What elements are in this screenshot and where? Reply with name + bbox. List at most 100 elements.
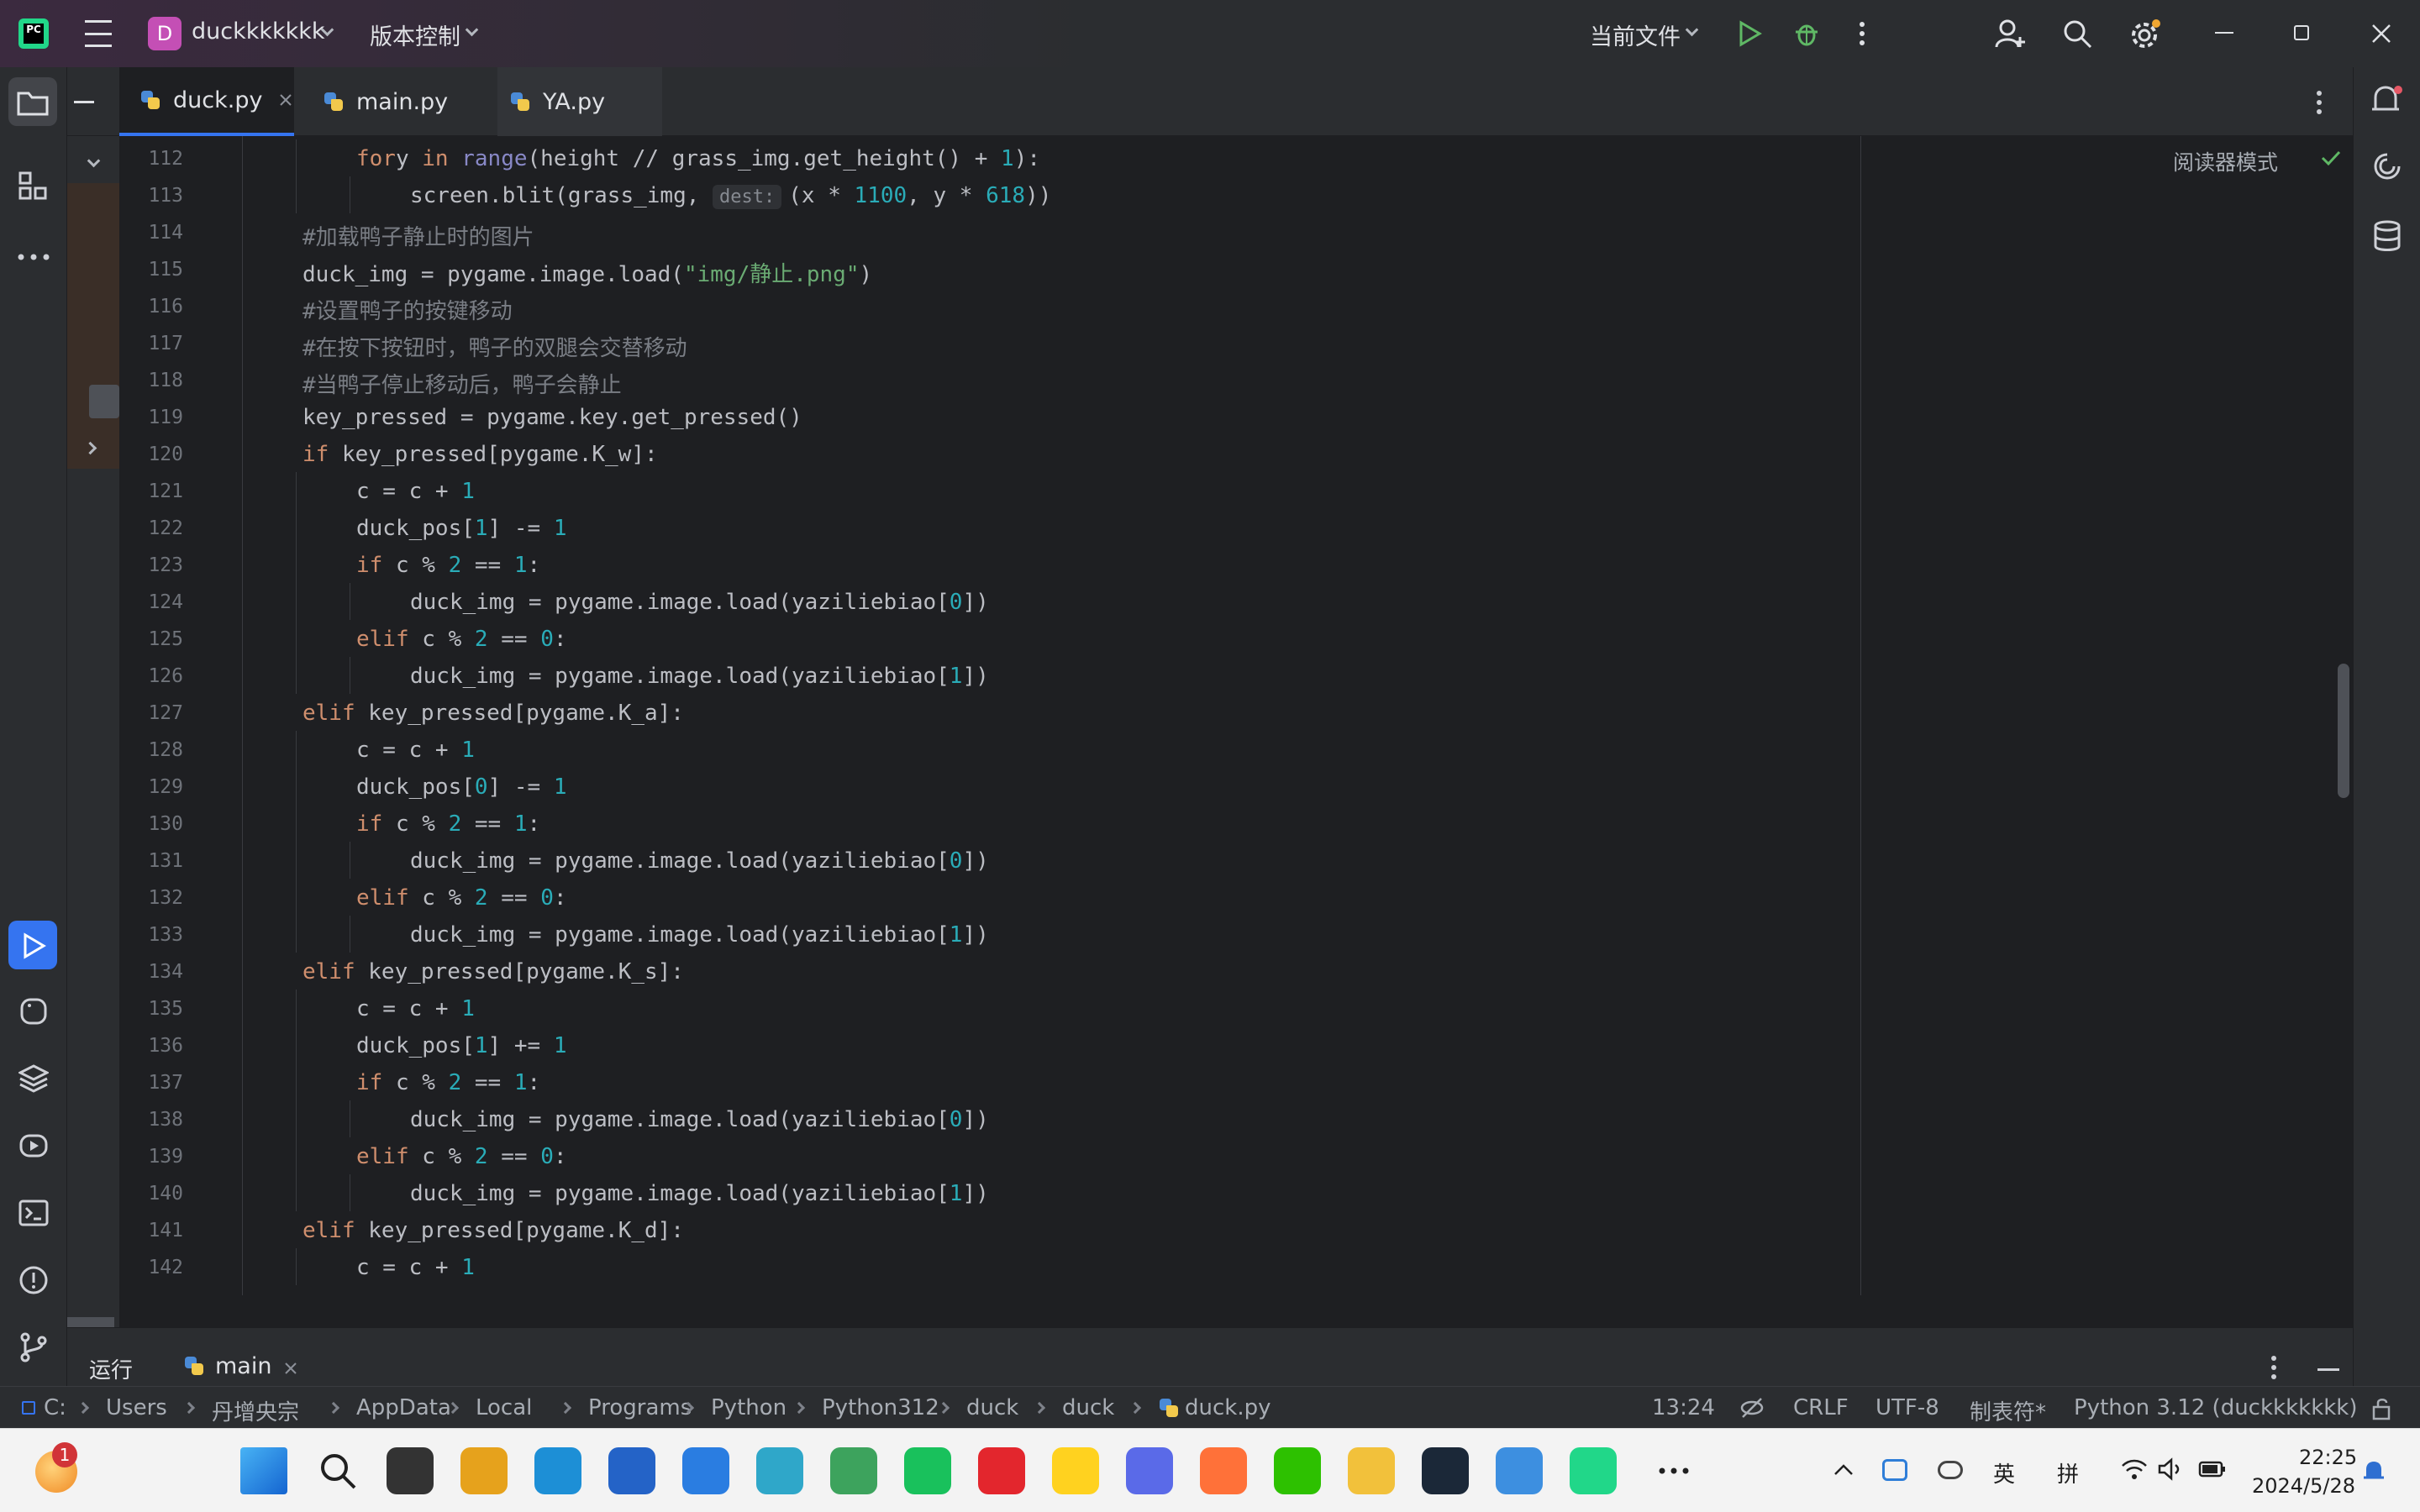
app-icon[interactable] <box>682 1447 729 1494</box>
structure-icon[interactable] <box>18 171 49 202</box>
python-packages-icon[interactable] <box>18 1063 49 1094</box>
steam-icon[interactable] <box>1422 1447 1469 1494</box>
breadcrumb-item[interactable]: duck <box>1062 1395 1114 1420</box>
app-icon[interactable] <box>830 1447 877 1494</box>
volume-icon[interactable] <box>2158 1457 2185 1481</box>
firefox-icon[interactable] <box>1200 1447 1247 1494</box>
code-line[interactable]: elif c % 2 == 0: <box>356 627 567 652</box>
code-line[interactable]: duck_img = pygame.image.load(yaziliebiao… <box>410 922 989 948</box>
pycharm-logo-icon[interactable]: PC <box>18 18 49 49</box>
app-icon[interactable] <box>460 1447 508 1494</box>
settings-gear-icon[interactable] <box>2129 18 2161 50</box>
search-icon[interactable] <box>2062 18 2092 49</box>
project-name[interactable]: duckkkkkkk <box>192 18 325 45</box>
code-line[interactable]: if c % 2 == 1: <box>356 811 540 837</box>
tab-options-icon[interactable] <box>2311 89 2328 116</box>
code-line[interactable]: fory in range(height // grass_img.get_he… <box>356 146 1040 171</box>
caret-position[interactable]: 13:24 <box>1652 1395 1715 1420</box>
main-menu-icon[interactable] <box>84 20 113 47</box>
code-line[interactable]: elif key_pressed[pygame.K_d]: <box>302 1218 684 1243</box>
breadcrumb-item[interactable]: AppData <box>356 1395 451 1420</box>
breadcrumb-item[interactable]: Python <box>711 1395 786 1420</box>
search-icon[interactable] <box>314 1447 361 1494</box>
wifi-icon[interactable] <box>2121 1457 2148 1481</box>
collapse-project-button[interactable] <box>74 101 94 103</box>
code-line[interactable]: duck_img = pygame.image.load(yaziliebiao… <box>410 1181 989 1206</box>
no-problems-check-icon[interactable] <box>2321 150 2341 166</box>
project-panel-scroll-thumb[interactable] <box>89 385 119 418</box>
code-line[interactable]: c = c + 1 <box>356 1255 475 1280</box>
line-separator[interactable]: CRLF <box>1793 1395 1849 1420</box>
vcs-menu[interactable]: 版本控制 <box>370 18 460 51</box>
close-window-button[interactable] <box>2371 24 2391 44</box>
lock-icon[interactable] <box>2371 1397 2393 1420</box>
code-line[interactable]: duck_pos[1] -= 1 <box>356 516 566 541</box>
breadcrumb-item[interactable]: duck <box>966 1395 1018 1420</box>
code-line[interactable]: #当鸭子停止移动后，鸭子会静止 <box>302 368 622 399</box>
code-line[interactable]: c = c + 1 <box>356 738 475 763</box>
ai-assistant-icon[interactable] <box>2372 151 2402 181</box>
code-line[interactable]: duck_img = pygame.image.load(yaziliebiao… <box>410 848 989 874</box>
code-line[interactable]: elif c % 2 == 0: <box>356 1144 567 1169</box>
breadcrumb-item[interactable]: Python312 <box>822 1395 939 1420</box>
code-line[interactable]: duck_pos[0] -= 1 <box>356 774 566 800</box>
readonly-eye-icon[interactable] <box>1739 1397 1765 1419</box>
run-icon[interactable] <box>1736 20 1763 47</box>
file-explorer-icon[interactable] <box>1348 1447 1395 1494</box>
code-line[interactable]: key_pressed = pygame.key.get_pressed() <box>302 405 802 430</box>
python-console-icon[interactable] <box>18 996 49 1026</box>
ime-language[interactable]: 英 <box>1993 1457 2015 1488</box>
show-hidden-icons-chevron[interactable] <box>1833 1462 1854 1476</box>
git-icon[interactable] <box>18 1332 49 1362</box>
code-line[interactable]: #加载鸭子静止时的图片 <box>302 220 534 251</box>
add-user-icon[interactable] <box>1995 18 2027 49</box>
reader-mode-toggle[interactable]: 阅读器模式 <box>2173 146 2278 176</box>
terminal-icon[interactable] <box>18 1198 49 1228</box>
code-line[interactable]: elif c % 2 == 0: <box>356 885 567 911</box>
code-line[interactable]: duck_img = pygame.image.load("img/静止.png… <box>302 257 872 288</box>
code-line[interactable]: elif key_pressed[pygame.K_a]: <box>302 701 684 726</box>
start-menu-icon[interactable] <box>240 1447 287 1494</box>
project-avatar[interactable]: D <box>148 17 182 50</box>
hide-tool-window-button[interactable] <box>2317 1368 2339 1371</box>
cloud-tray-icon[interactable] <box>1938 1461 1963 1479</box>
services-icon[interactable] <box>18 1131 49 1161</box>
more-actions-icon[interactable] <box>1854 20 1870 47</box>
code-line[interactable]: duck_img = pygame.image.load(yaziliebiao… <box>410 590 989 615</box>
run-tab-main[interactable]: main <box>215 1353 271 1379</box>
breadcrumb-item[interactable]: 丹增央宗 <box>212 1395 299 1426</box>
youdao-icon[interactable] <box>978 1447 1025 1494</box>
indent-setting[interactable]: 制表符* <box>1970 1395 2046 1426</box>
minimize-window-button[interactable] <box>2215 32 2233 34</box>
breadcrumb-item[interactable]: C: <box>44 1395 66 1420</box>
tab-main-py[interactable]: main.py <box>311 67 479 136</box>
pycharm-taskbar-icon[interactable] <box>1570 1447 1617 1494</box>
task-view-icon[interactable] <box>387 1447 434 1494</box>
chevron-down-icon[interactable] <box>87 154 101 168</box>
file-encoding[interactable]: UTF-8 <box>1876 1395 1939 1420</box>
editor-scrollbar-thumb[interactable] <box>2338 664 2349 798</box>
more-apps-icon[interactable] <box>1650 1447 1697 1494</box>
tool-options-icon[interactable] <box>2265 1355 2282 1380</box>
notification-center-bell-icon[interactable] <box>2363 1459 2385 1483</box>
code-line[interactable]: if c % 2 == 1: <box>356 553 540 578</box>
tab-ya-py[interactable]: YA.py <box>497 67 662 136</box>
problems-icon[interactable] <box>18 1265 49 1295</box>
tab-duck-py[interactable]: duck.py <box>119 67 294 136</box>
notifications-bell-icon[interactable] <box>2370 84 2402 118</box>
app-icon[interactable] <box>904 1447 951 1494</box>
battery-icon[interactable] <box>2198 1459 2227 1479</box>
code-line[interactable]: duck_img = pygame.image.load(yaziliebiao… <box>410 664 989 689</box>
code-line[interactable]: if c % 2 == 1: <box>356 1070 540 1095</box>
code-line[interactable]: duck_pos[1] += 1 <box>356 1033 566 1058</box>
python-interpreter[interactable]: Python 3.12 (duckkkkkkk) <box>2074 1395 2358 1420</box>
close-tab-icon[interactable] <box>284 1362 297 1375</box>
ime-mode[interactable]: 拼 <box>2057 1457 2079 1488</box>
qq-music-icon[interactable] <box>1052 1447 1099 1494</box>
breadcrumb-item[interactable]: Local <box>476 1395 532 1420</box>
code-line[interactable]: c = c + 1 <box>356 996 475 1021</box>
app-icon[interactable] <box>1126 1447 1173 1494</box>
wechat-icon[interactable] <box>1274 1447 1321 1494</box>
code-line[interactable]: if key_pressed[pygame.K_w]: <box>302 442 658 467</box>
code-line[interactable]: #在按下按钮时，鸭子的双腿会交替移动 <box>302 331 687 362</box>
